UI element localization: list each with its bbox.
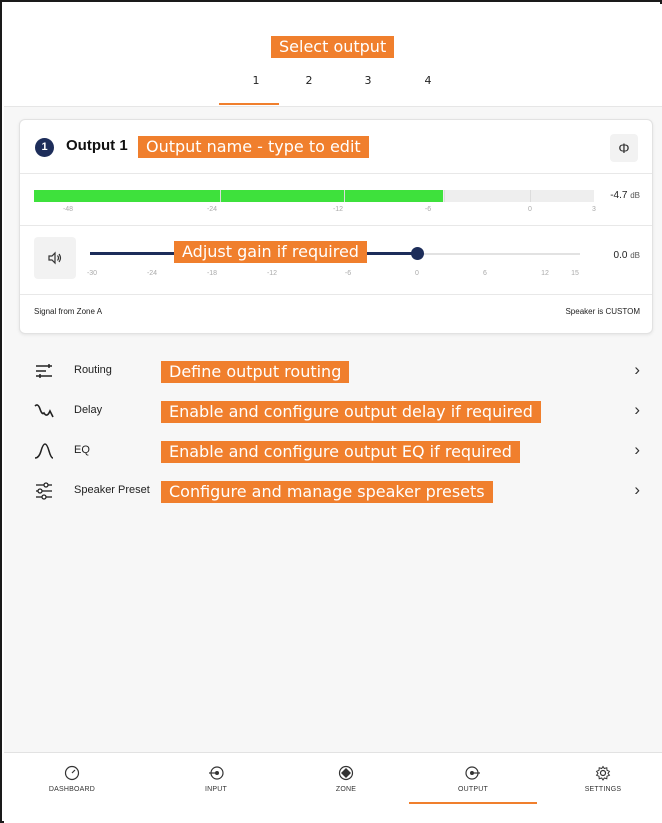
speaker-preset-icon — [36, 482, 52, 500]
menu-label-eq: EQ — [74, 444, 90, 456]
gain-tick-label: 15 — [571, 270, 579, 277]
select-output-callout: Select output — [271, 36, 395, 58]
chevron-right-icon: › — [634, 480, 640, 499]
adjust-gain-callout: Adjust gain if required — [174, 241, 367, 263]
meter-segment — [444, 190, 445, 202]
meter-segment — [344, 190, 345, 202]
nav-label: DASHBOARD — [48, 786, 96, 793]
menu-label-routing: Routing — [74, 364, 112, 376]
nav-label: INPUT — [205, 786, 227, 793]
menu-label-speaker-preset: Speaker Preset — [74, 484, 150, 496]
speaker-icon — [48, 251, 62, 265]
gain-tick-label: -6 — [344, 270, 352, 277]
gain-tick-label: 0 — [415, 270, 419, 277]
output-name-callout: Output name - type to edit — [138, 136, 369, 158]
nav-zone[interactable]: ZONE — [296, 765, 396, 793]
tab-output-1[interactable]: 1 — [246, 74, 266, 87]
speaker-preset-callout: Configure and manage speaker presets — [161, 481, 493, 503]
nav-label: OUTPUT — [458, 786, 488, 793]
gain-tick-label: -24 — [146, 270, 158, 277]
active-nav-indicator — [409, 802, 537, 804]
gain-tick-label: -18 — [206, 270, 218, 277]
gain-tick-label: 12 — [541, 270, 549, 277]
nav-label: ZONE — [335, 786, 357, 793]
nav-label: SETTINGS — [584, 786, 622, 793]
nav-input[interactable]: INPUT — [166, 765, 266, 793]
output-name[interactable]: Output 1 — [66, 137, 128, 154]
level-meter-fill — [34, 190, 443, 202]
output-icon — [465, 766, 480, 780]
input-icon — [209, 766, 224, 780]
meter-tick-label: -6 — [424, 206, 432, 213]
meter-tick-label: 0 — [528, 206, 532, 213]
gain-value: 0.0 dB — [613, 250, 640, 261]
tab-output-3[interactable]: 3 — [358, 74, 378, 87]
nav-settings[interactable]: SETTINGS — [553, 765, 653, 793]
meter-segment — [220, 190, 221, 202]
signal-source-text: Signal from Zone A — [34, 307, 103, 316]
chevron-right-icon: › — [634, 440, 640, 459]
settings-icon — [595, 765, 611, 781]
delay-icon — [34, 404, 54, 418]
eq-icon — [34, 443, 54, 459]
gain-tick-label: -12 — [266, 270, 278, 277]
routing-callout: Define output routing — [161, 361, 350, 383]
meter-tick-label: -24 — [206, 206, 218, 213]
meter-segment — [530, 190, 531, 202]
meter-value: -4.7 dB — [610, 190, 640, 201]
eq-callout: Enable and configure output EQ if requir… — [161, 441, 520, 463]
meter-tick-label: 3 — [592, 206, 596, 213]
gain-tick-label: -30 — [86, 270, 98, 277]
output-number-badge: 1 — [35, 138, 54, 157]
tab-output-4[interactable]: 4 — [418, 74, 438, 87]
meter-tick-label: -48 — [62, 206, 74, 213]
card-divider — [20, 173, 652, 174]
active-tab-indicator — [219, 103, 279, 105]
level-meter — [34, 190, 594, 202]
delay-callout: Enable and configure output delay if req… — [161, 401, 541, 423]
card-divider — [20, 294, 652, 295]
dashboard-icon — [64, 765, 80, 781]
speaker-type-text: Speaker is CUSTOM — [565, 307, 640, 316]
chevron-right-icon: › — [634, 360, 640, 379]
routing-icon — [36, 364, 52, 378]
tab-output-2[interactable]: 2 — [299, 74, 319, 87]
menu-label-delay: Delay — [74, 404, 103, 416]
gain-tick-label: 6 — [483, 270, 487, 277]
bottom-navigation: DASHBOARD INPUT ZONE OUTPUT SETTINGS — [4, 752, 662, 823]
chevron-right-icon: › — [634, 400, 640, 419]
card-divider — [20, 225, 652, 226]
zone-icon — [338, 765, 354, 781]
app-frame: 1 2 3 4 Select output 1 Output 1 Φ -4.7 … — [0, 0, 662, 823]
meter-tick-label: -12 — [332, 206, 344, 213]
nav-dashboard[interactable]: DASHBOARD — [22, 765, 122, 793]
nav-output[interactable]: OUTPUT — [423, 765, 523, 793]
mute-button[interactable] — [34, 237, 76, 279]
gain-slider-handle[interactable] — [411, 247, 424, 260]
phase-invert-button[interactable]: Φ — [610, 134, 638, 162]
